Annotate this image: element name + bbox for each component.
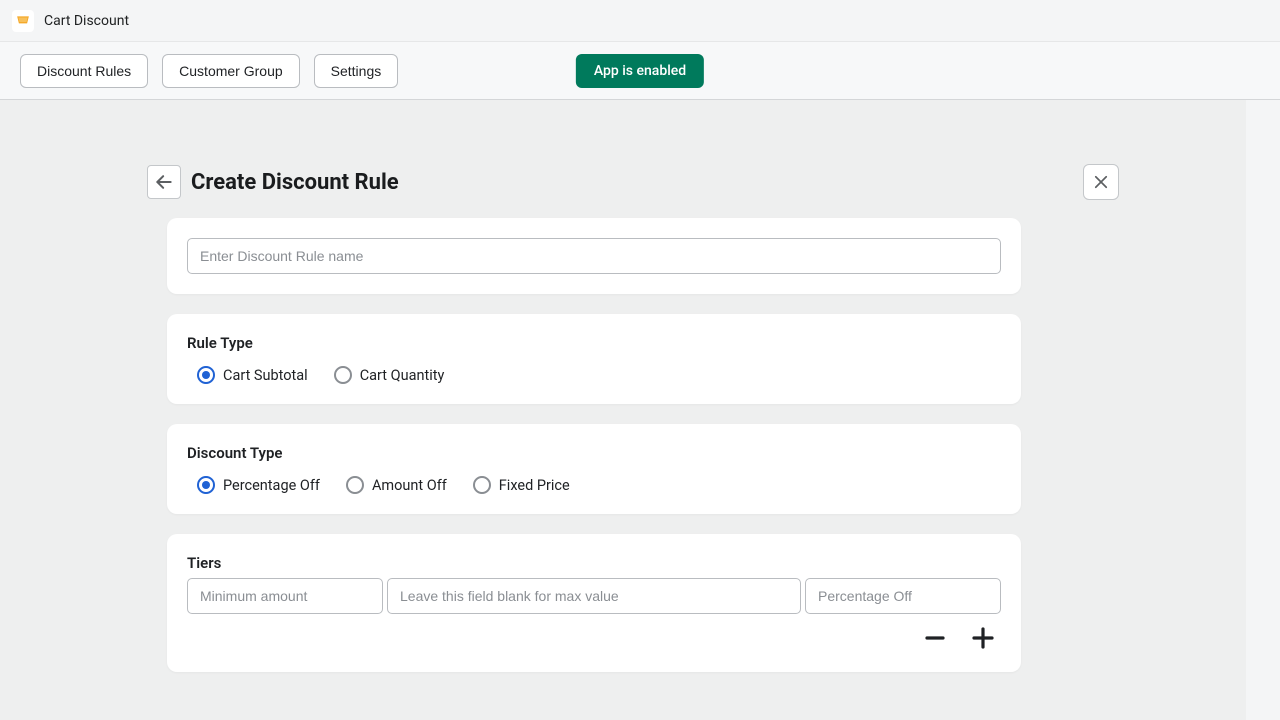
nav-discount-rules[interactable]: Discount Rules — [20, 54, 148, 88]
radio-label: Percentage Off — [223, 477, 320, 494]
content: Create Discount Rule Rule Type Cart Subt… — [167, 100, 1079, 672]
discount-type-label: Discount Type — [187, 444, 1001, 462]
tier-row — [187, 578, 1001, 614]
minus-icon — [923, 626, 947, 650]
radio-label: Cart Subtotal — [223, 367, 308, 384]
nav-customer-group[interactable]: Customer Group — [162, 54, 299, 88]
back-button[interactable] — [147, 165, 181, 199]
rule-name-input[interactable] — [187, 238, 1001, 274]
discount-type-options: Percentage Off Amount Off Fixed Price — [187, 476, 1001, 494]
radio-percentage-off[interactable]: Percentage Off — [197, 476, 320, 494]
radio-label: Amount Off — [372, 477, 447, 494]
radio-indicator — [334, 366, 352, 384]
radio-indicator — [197, 476, 215, 494]
rule-type-options: Cart Subtotal Cart Quantity — [187, 366, 1001, 384]
nav-row: Discount Rules Customer Group Settings A… — [0, 42, 1280, 100]
page-title: Create Discount Rule — [191, 170, 399, 195]
page-header: Create Discount Rule — [167, 164, 1079, 200]
radio-fixed-price[interactable]: Fixed Price — [473, 476, 570, 494]
tier-max-input[interactable] — [387, 578, 801, 614]
close-button[interactable] — [1083, 164, 1119, 200]
rule-type-label: Rule Type — [187, 334, 1001, 352]
radio-label: Fixed Price — [499, 477, 570, 494]
name-card — [167, 218, 1021, 294]
tier-actions — [187, 624, 1001, 652]
tiers-label: Tiers — [187, 554, 1001, 572]
page: Create Discount Rule Rule Type Cart Subt… — [0, 100, 1246, 720]
radio-cart-subtotal[interactable]: Cart Subtotal — [197, 366, 308, 384]
nav-settings[interactable]: Settings — [314, 54, 399, 88]
status-badge: App is enabled — [576, 54, 704, 88]
radio-indicator — [346, 476, 364, 494]
remove-tier-button[interactable] — [921, 624, 949, 652]
app-title: Cart Discount — [44, 13, 129, 29]
app-icon — [12, 10, 34, 32]
discount-type-card: Discount Type Percentage Off Amount Off … — [167, 424, 1021, 514]
arrow-left-icon — [154, 172, 174, 192]
radio-amount-off[interactable]: Amount Off — [346, 476, 447, 494]
close-icon — [1092, 173, 1110, 191]
radio-cart-quantity[interactable]: Cart Quantity — [334, 366, 445, 384]
topbar: Cart Discount — [0, 0, 1280, 42]
radio-indicator — [197, 366, 215, 384]
rule-type-card: Rule Type Cart Subtotal Cart Quantity — [167, 314, 1021, 404]
radio-indicator — [473, 476, 491, 494]
tier-value-input[interactable] — [805, 578, 1001, 614]
plus-icon — [971, 626, 995, 650]
radio-label: Cart Quantity — [360, 367, 445, 384]
tiers-card: Tiers — [167, 534, 1021, 672]
add-tier-button[interactable] — [969, 624, 997, 652]
tier-min-input[interactable] — [187, 578, 383, 614]
